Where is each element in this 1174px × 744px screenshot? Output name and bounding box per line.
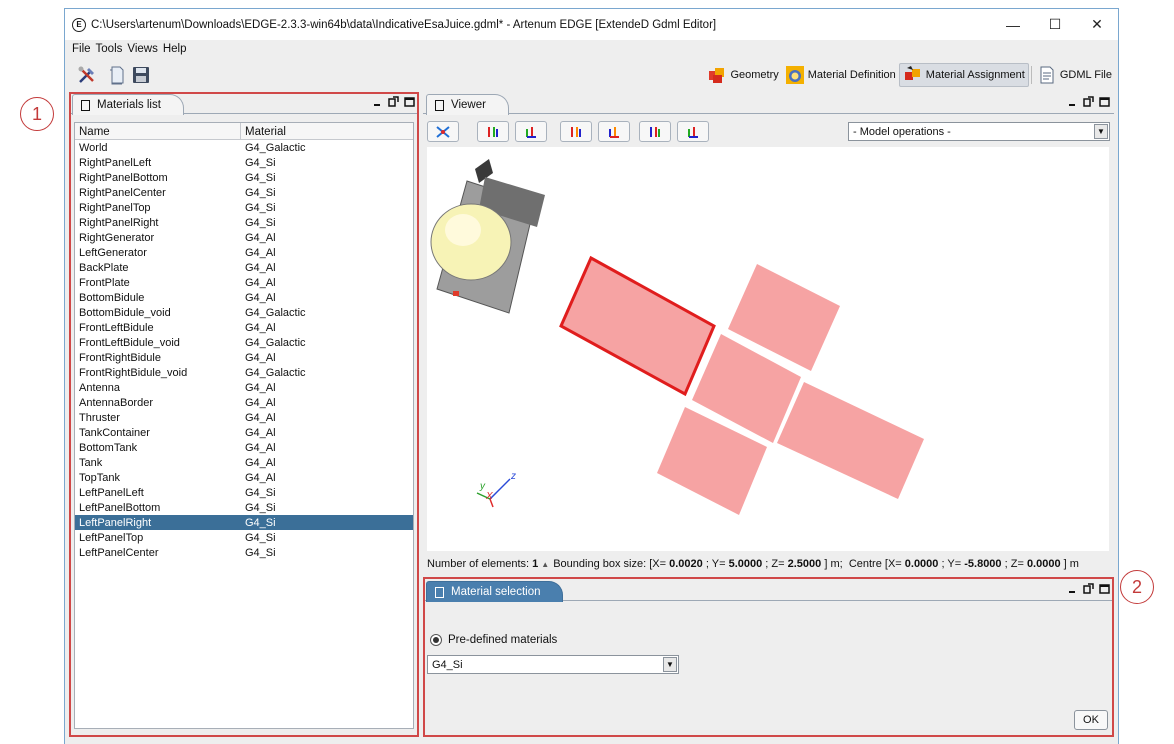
- reset-view-icon: [436, 125, 450, 138]
- bbox-sep-z: ; Z=: [765, 558, 785, 570]
- perspective-separator: [1030, 66, 1032, 84]
- view-plus-z-button[interactable]: [639, 121, 671, 142]
- view-minus-x-icon: [526, 126, 536, 138]
- geometry-label: Geometry: [730, 69, 779, 81]
- document-icon: [435, 99, 444, 111]
- model-operations-value: - Model operations -: [853, 125, 951, 138]
- centre-y: -5.8000: [964, 558, 1002, 570]
- bbox-unit: ] m;: [824, 558, 843, 570]
- viewer-tabstrip: Viewer: [423, 92, 1114, 115]
- selected-panel: [559, 255, 716, 397]
- centre-z: 0.0000: [1026, 558, 1061, 570]
- geometry-perspective-button[interactable]: Geometry: [704, 63, 781, 87]
- viewer-toolbar: - Model operations - ▼: [427, 121, 1110, 145]
- perspective-switcher: Geometry Material Definition Material As…: [704, 63, 1115, 87]
- view-plus-z-icon: [650, 126, 660, 137]
- view-plus-y-button[interactable]: [560, 121, 592, 142]
- view-plus-x-icon: [488, 126, 498, 137]
- centre-x: 0.0000: [904, 558, 939, 570]
- gdml-file-icon: [1040, 66, 1054, 84]
- close-window-button[interactable]: ✕: [1076, 9, 1118, 40]
- dropdown-arrow-icon: ▼: [1094, 124, 1108, 139]
- axis-y-label: y: [479, 481, 486, 492]
- viewer-status-line: Number of elements: 1 ▲ Bounding box siz…: [427, 556, 1114, 572]
- callout-1: 1: [20, 97, 54, 131]
- gdml-file-label: GDML File: [1059, 69, 1112, 81]
- menu-file[interactable]: File: [72, 43, 91, 55]
- gdml-file-perspective-button[interactable]: GDML File: [1034, 63, 1115, 87]
- view-minus-y-button[interactable]: [598, 121, 630, 142]
- geometry-cubes-icon: [709, 68, 725, 83]
- bbox-y: 5.0000: [728, 558, 763, 570]
- axes-gizmo: z y X: [476, 471, 516, 508]
- menu-views[interactable]: Views: [127, 43, 157, 55]
- material-definition-icon: [785, 66, 804, 84]
- menu-tools[interactable]: Tools: [96, 43, 123, 55]
- axis-z-label: z: [510, 471, 516, 482]
- material-assignment-icon: [904, 66, 920, 80]
- float-panel-icon[interactable]: [1083, 96, 1094, 107]
- annotation-frame-1: [69, 92, 419, 737]
- title-bar: E C:\Users\artenum\Downloads\EDGE-2.3.3-…: [65, 9, 1118, 40]
- material-assignment-label: Material Assignment: [925, 69, 1025, 81]
- callout-2: 2: [1120, 570, 1154, 604]
- application-window: E C:\Users\artenum\Downloads\EDGE-2.3.3-…: [64, 8, 1119, 744]
- elements-count: 1: [532, 558, 539, 570]
- bbox-label: Bounding box size: [X=: [553, 558, 667, 570]
- centre-unit: ] m: [1063, 558, 1079, 570]
- menu-help[interactable]: Help: [163, 43, 187, 55]
- bbox-z: 2.5000: [787, 558, 822, 570]
- view-plus-x-button[interactable]: [477, 121, 509, 142]
- model-operations-dropdown[interactable]: - Model operations - ▼: [848, 122, 1110, 141]
- main-toolbar: Geometry Material Definition Material As…: [65, 60, 1118, 90]
- window-title: C:\Users\artenum\Downloads\EDGE-2.3.3-wi…: [91, 18, 717, 31]
- view-minus-x-button[interactable]: [515, 121, 547, 142]
- tab-viewer[interactable]: Viewer: [426, 94, 509, 115]
- maximize-window-button[interactable]: ☐: [1034, 9, 1076, 40]
- open-document-icon[interactable]: [107, 65, 127, 85]
- viewer-panel: Viewer - Model operations - ▼ z y X Numb…: [423, 92, 1114, 577]
- view-minus-z-button[interactable]: [677, 121, 709, 142]
- view-plus-y-icon: [571, 126, 581, 137]
- minimize-window-button[interactable]: —: [992, 9, 1034, 40]
- centre-sep-z: ; Z=: [1004, 558, 1024, 570]
- reset-view-button[interactable]: [427, 121, 459, 142]
- bbox-x: 0.0020: [669, 558, 703, 570]
- tools-icon[interactable]: [77, 65, 97, 85]
- view-minus-z-icon: [688, 126, 698, 138]
- material-assignment-perspective-button[interactable]: Material Assignment: [898, 63, 1029, 87]
- minimize-panel-icon[interactable]: [1067, 96, 1078, 107]
- app-logo-icon: E: [72, 17, 86, 32]
- tank-body: [430, 159, 545, 314]
- maximize-panel-icon[interactable]: [1099, 96, 1110, 107]
- axis-x-label: X: [485, 491, 493, 502]
- menu-bar: File Tools Views Help: [65, 40, 1118, 58]
- bbox-sep-y: ; Y=: [705, 558, 726, 570]
- centre-label: Centre [X=: [848, 558, 902, 570]
- elements-label: Number of elements:: [427, 558, 530, 570]
- annotation-frame-2: [423, 577, 1114, 737]
- view-minus-y-icon: [609, 126, 619, 138]
- solar-panels: [559, 255, 924, 515]
- elements-arrow-icon[interactable]: ▲: [541, 560, 549, 569]
- centre-sep-y: ; Y=: [941, 558, 962, 570]
- material-definition-label: Material Definition: [807, 69, 896, 81]
- material-definition-perspective-button[interactable]: Material Definition: [782, 63, 899, 87]
- 3d-viewer-canvas[interactable]: z y X: [427, 147, 1109, 551]
- save-disk-icon[interactable]: [131, 65, 151, 85]
- scene-svg: z y X: [430, 159, 924, 515]
- viewer-tab-label: Viewer: [451, 99, 486, 111]
